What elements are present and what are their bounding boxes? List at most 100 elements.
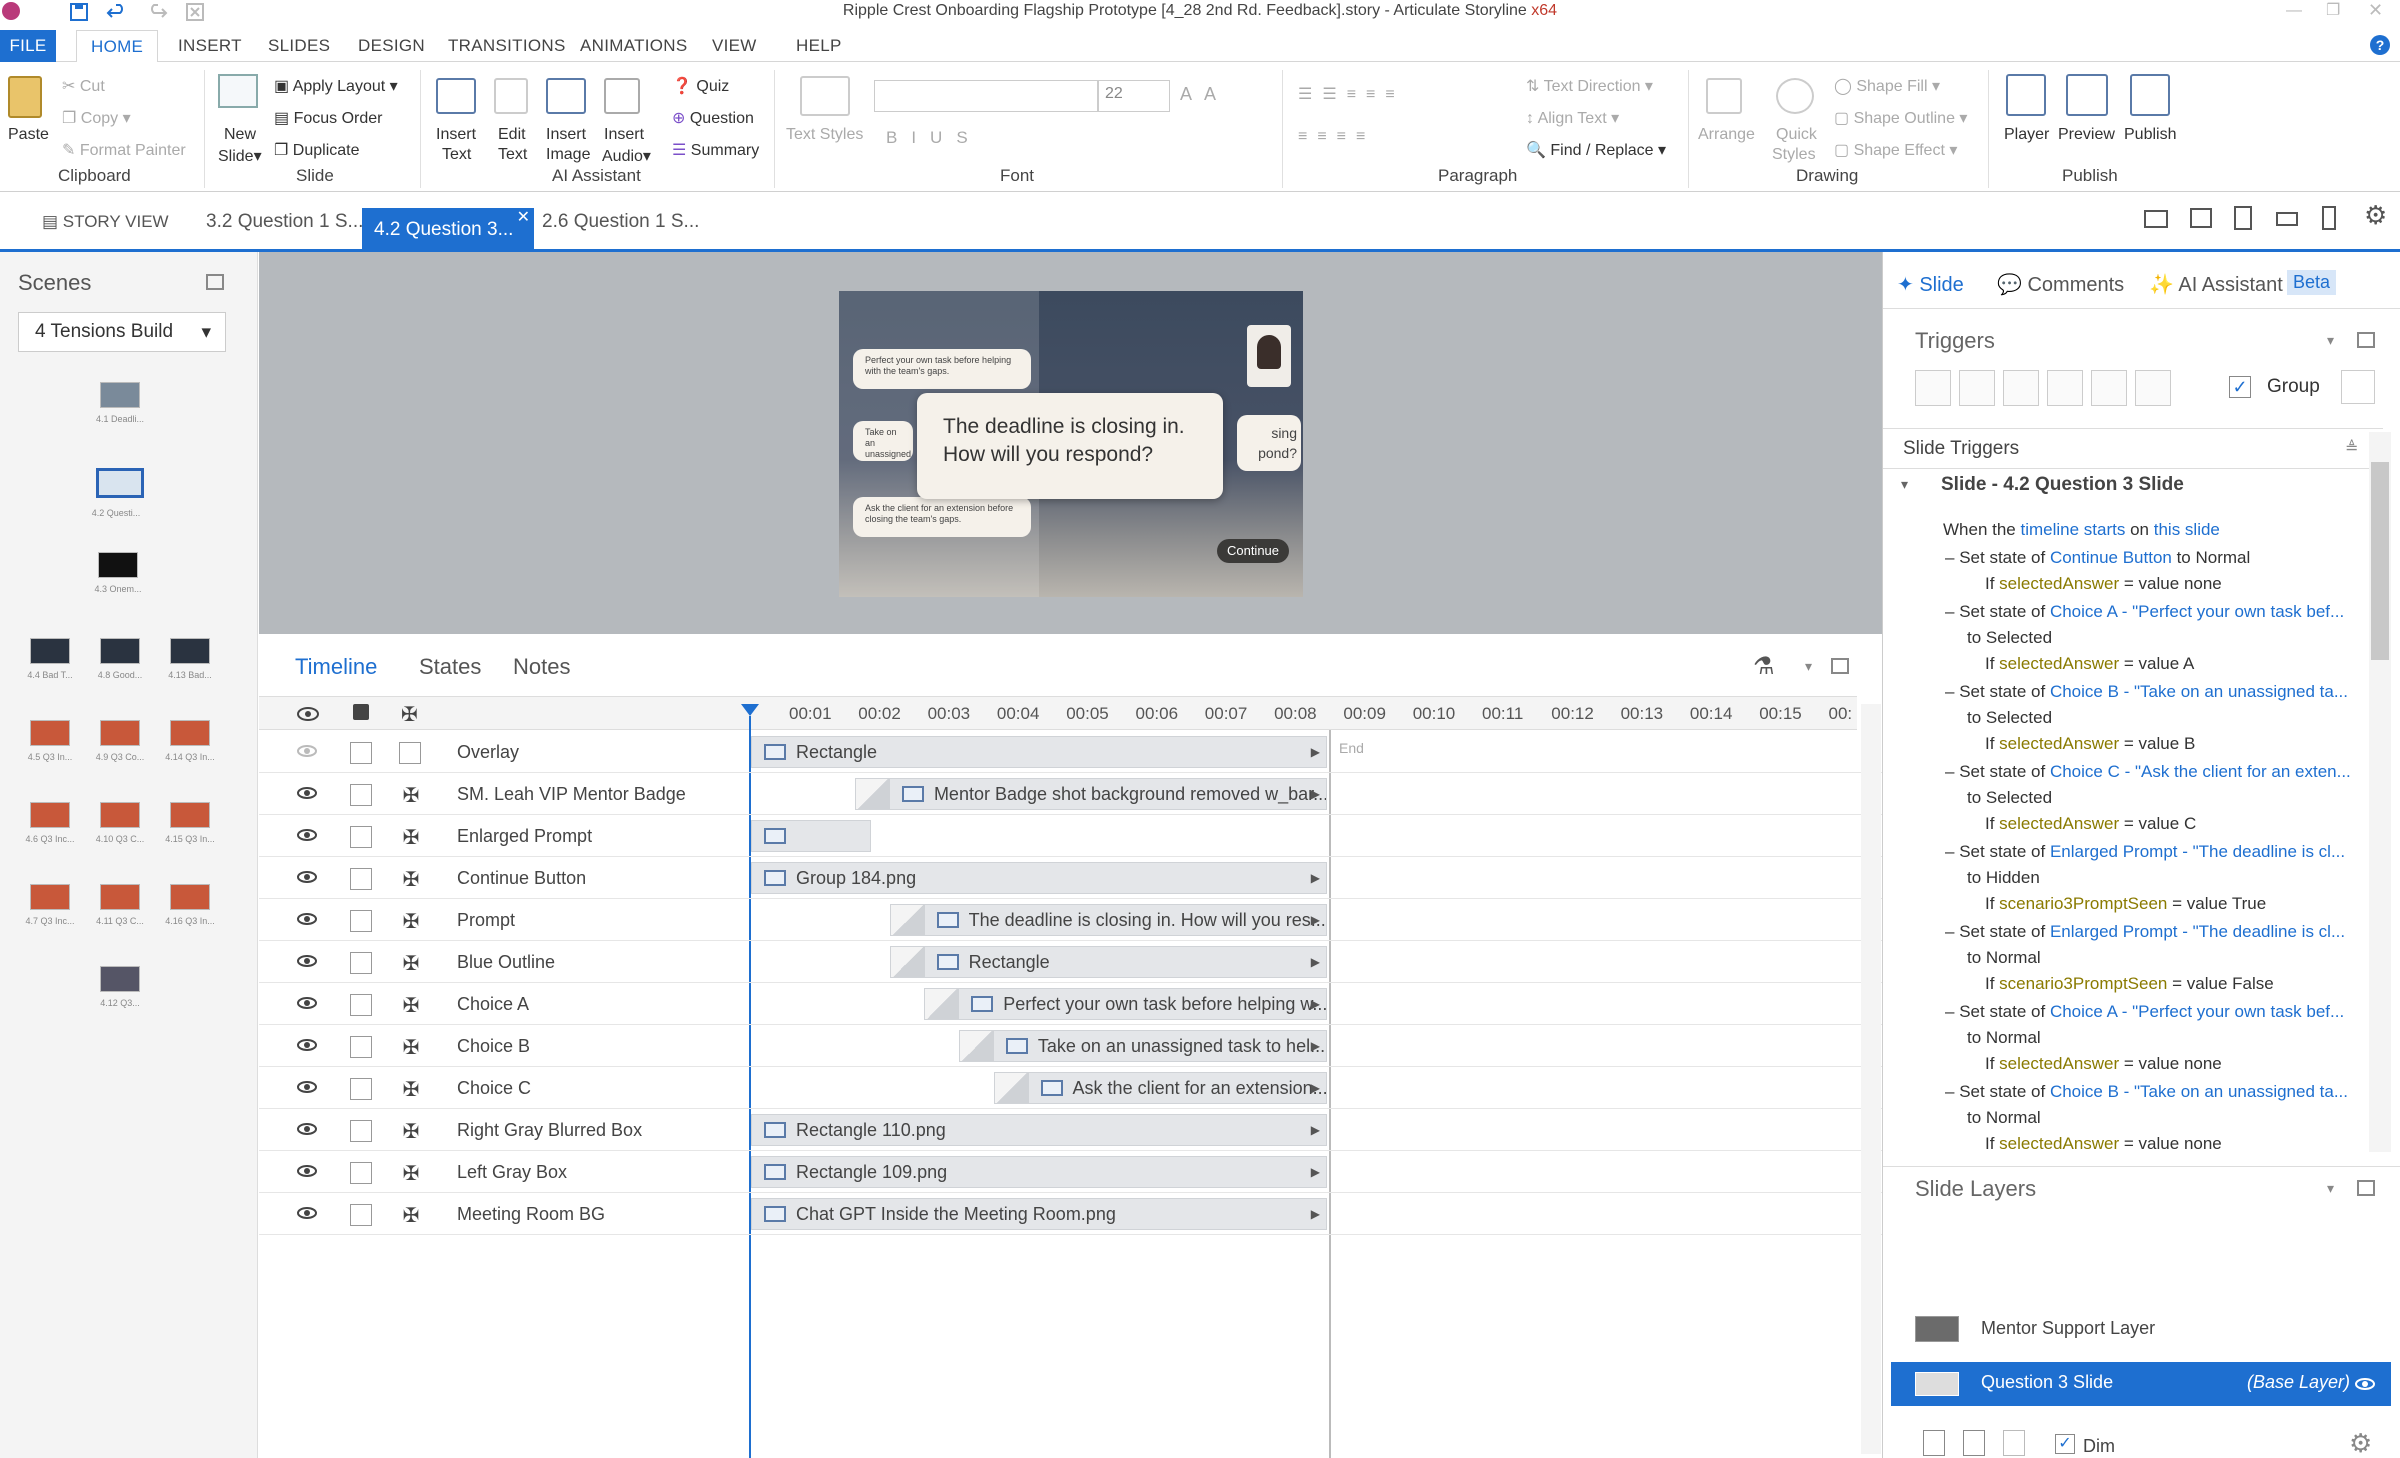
layer-name[interactable]: Choice A	[457, 994, 529, 1015]
quick-styles-button-2[interactable]: Styles	[1772, 146, 1816, 164]
expand-arrow-icon[interactable]: ▶	[1311, 989, 1320, 1019]
expand-arrow-icon[interactable]: ▶	[1311, 1115, 1320, 1145]
paste-trigger-icon[interactable]	[2047, 370, 2083, 406]
insert-text-icon[interactable]	[436, 78, 476, 114]
tab-timeline[interactable]: Timeline	[295, 654, 377, 680]
accessibility-all-icon[interactable]: ✠	[401, 702, 418, 727]
format-painter-button[interactable]: ✎ Format Painter	[62, 140, 186, 160]
accessibility-icon[interactable]: ✠	[399, 1035, 423, 1059]
timeline-scrollbar[interactable]	[1861, 704, 1881, 1454]
scene-thumb[interactable]	[30, 638, 70, 664]
tab-ai-assistant[interactable]: ✨ AI Assistant	[2149, 272, 2283, 297]
scene-thumb[interactable]	[98, 552, 138, 578]
doc-tab-3[interactable]: 2.6 Question 1 S...	[530, 204, 711, 240]
collapse-dash-icon[interactable]: –	[1945, 842, 1954, 861]
timeline-zoom-icon[interactable]: ⚗	[1753, 652, 1775, 681]
accessibility-icon[interactable]: ✠	[399, 825, 423, 849]
new-slide-button[interactable]: New	[224, 126, 256, 144]
list-buttons[interactable]: ☰☰≡≡≡	[1298, 84, 1405, 104]
accessibility-icon[interactable]: ✠	[399, 867, 423, 891]
insert-audio-button[interactable]: Insert	[604, 126, 644, 144]
choice-b-card[interactable]: Take on an unassigned task to help meet.…	[853, 421, 913, 461]
timeline-bar[interactable]: Perfect your own task before helping w..…	[924, 988, 1327, 1020]
copy-trigger-icon[interactable]	[2003, 370, 2039, 406]
accessibility-icon[interactable]: ✠	[399, 1119, 423, 1143]
tablet-portrait-icon[interactable]	[2234, 206, 2252, 230]
publish-icon[interactable]	[2130, 74, 2170, 116]
layer-name[interactable]: SM. Leah VIP Mentor Badge	[457, 784, 686, 805]
timeline-row[interactable]: ✠ Blue Outline Rectangle ▶	[259, 941, 1882, 983]
duplicate-layer-icon[interactable]	[1963, 1430, 1985, 1456]
edit-text-button-2[interactable]: Text	[498, 146, 527, 164]
arrange-icon[interactable]	[1706, 78, 1742, 114]
tab-animations[interactable]: ANIMATIONS	[580, 36, 688, 56]
tab-comments[interactable]: 💬 Comments	[1997, 272, 2124, 297]
accessibility-icon[interactable]: ✠	[399, 909, 423, 933]
dim-checkbox[interactable]: ✓	[2055, 1434, 2075, 1454]
edit-trigger-icon[interactable]	[1959, 370, 1995, 406]
player-button[interactable]: Player	[2004, 126, 2049, 144]
insert-image-button[interactable]: Insert	[546, 126, 586, 144]
lock-checkbox[interactable]	[350, 994, 372, 1016]
eye-icon[interactable]	[297, 743, 317, 759]
text-styles-icon[interactable]	[800, 76, 850, 116]
insert-audio-icon[interactable]	[604, 78, 640, 114]
expand-arrow-icon[interactable]: ▶	[1311, 737, 1320, 767]
tab-transitions[interactable]: TRANSITIONS	[448, 36, 566, 56]
expand-arrow-icon[interactable]: ▶	[1311, 1199, 1320, 1229]
scene-thumb[interactable]	[100, 802, 140, 828]
slide-preview[interactable]: Perfect your own task before helping wit…	[839, 291, 1303, 597]
timeline-row[interactable]: ✠ Left Gray Box Rectangle 109.png ▶	[259, 1151, 1882, 1193]
collapse-dash-icon[interactable]: –	[1945, 602, 1954, 621]
timeline-row[interactable]: ✠ SM. Leah VIP Mentor Badge Mentor Badge s…	[259, 773, 1882, 815]
doc-tab-1[interactable]: 3.2 Question 1 S...	[194, 204, 375, 240]
lock-checkbox[interactable]	[350, 1204, 372, 1226]
shape-outline-button[interactable]: ▢ Shape Outline ▾	[1834, 108, 1967, 128]
preview-button[interactable]: Preview	[2058, 126, 2115, 144]
accessibility-icon[interactable]: ✠	[399, 1077, 423, 1101]
scene-thumb[interactable]	[100, 638, 140, 664]
collapse-dash-icon[interactable]: –	[1945, 548, 1954, 567]
paste-icon[interactable]	[8, 76, 42, 118]
lock-checkbox[interactable]	[350, 1036, 372, 1058]
text-styles-button[interactable]: Text Styles	[786, 126, 863, 144]
apply-layout-button[interactable]: ▣ Apply Layout ▾	[274, 76, 398, 96]
collapse-dash-icon[interactable]: –	[1945, 922, 1954, 941]
triggers-menu-icon[interactable]: ▾	[2327, 332, 2334, 349]
tablet-landscape-icon[interactable]	[2190, 208, 2212, 228]
triggers-collapse-icon[interactable]	[2357, 332, 2375, 348]
story-view-tab[interactable]: ▤ STORY VIEW	[30, 204, 181, 240]
text-direction-button[interactable]: ⇅ Text Direction ▾	[1526, 76, 1653, 96]
layer-name[interactable]: Continue Button	[457, 868, 586, 889]
paste-button[interactable]: Paste	[8, 126, 49, 144]
lock-checkbox[interactable]	[350, 1162, 372, 1184]
expand-arrow-icon[interactable]: ▶	[1311, 905, 1320, 935]
delete-layer-icon[interactable]	[2003, 1430, 2025, 1456]
timeline-menu-icon[interactable]: ▾	[1805, 658, 1812, 675]
quick-styles-icon[interactable]	[1776, 78, 1814, 114]
scene-thumb[interactable]	[30, 720, 70, 746]
timeline-row[interactable]: ✠ Meeting Room BG Chat GPT Inside the Meet…	[259, 1193, 1882, 1235]
lock-checkbox[interactable]	[350, 1120, 372, 1142]
tab-notes[interactable]: Notes	[513, 654, 570, 680]
show-all-eye-icon[interactable]	[297, 706, 319, 722]
eye-icon[interactable]	[297, 911, 317, 927]
new-layer-icon[interactable]	[1923, 1430, 1945, 1456]
insert-text-button-2[interactable]: Text	[442, 146, 471, 164]
timeline-row[interactable]: ✠ Choice A Perfect your own task before he…	[259, 983, 1882, 1025]
layer-name[interactable]: Left Gray Box	[457, 1162, 567, 1183]
new-trigger-icon[interactable]	[1915, 370, 1951, 406]
accessibility-checkbox[interactable]	[399, 742, 421, 764]
expand-arrow-icon[interactable]: ▶	[1311, 1031, 1320, 1061]
timeline-bar[interactable]: Ask the client for an extension... ▶	[993, 1072, 1327, 1104]
layer-name[interactable]: Meeting Room BG	[457, 1204, 605, 1225]
help-icon[interactable]: ?	[2370, 35, 2390, 55]
timeline-row[interactable]: ✠ Choice B Take on an unassigned task to h…	[259, 1025, 1882, 1067]
layer-name[interactable]: Enlarged Prompt	[457, 826, 592, 847]
scene-thumb[interactable]	[100, 966, 140, 992]
timeline-bar[interactable]: Rectangle 110.png ▶	[751, 1114, 1327, 1146]
collapse-dash-icon[interactable]: –	[1945, 1002, 1954, 1021]
eye-icon[interactable]	[297, 869, 317, 885]
triggers-scrollbar[interactable]	[2369, 432, 2391, 1152]
insert-text-button[interactable]: Insert	[436, 126, 476, 144]
